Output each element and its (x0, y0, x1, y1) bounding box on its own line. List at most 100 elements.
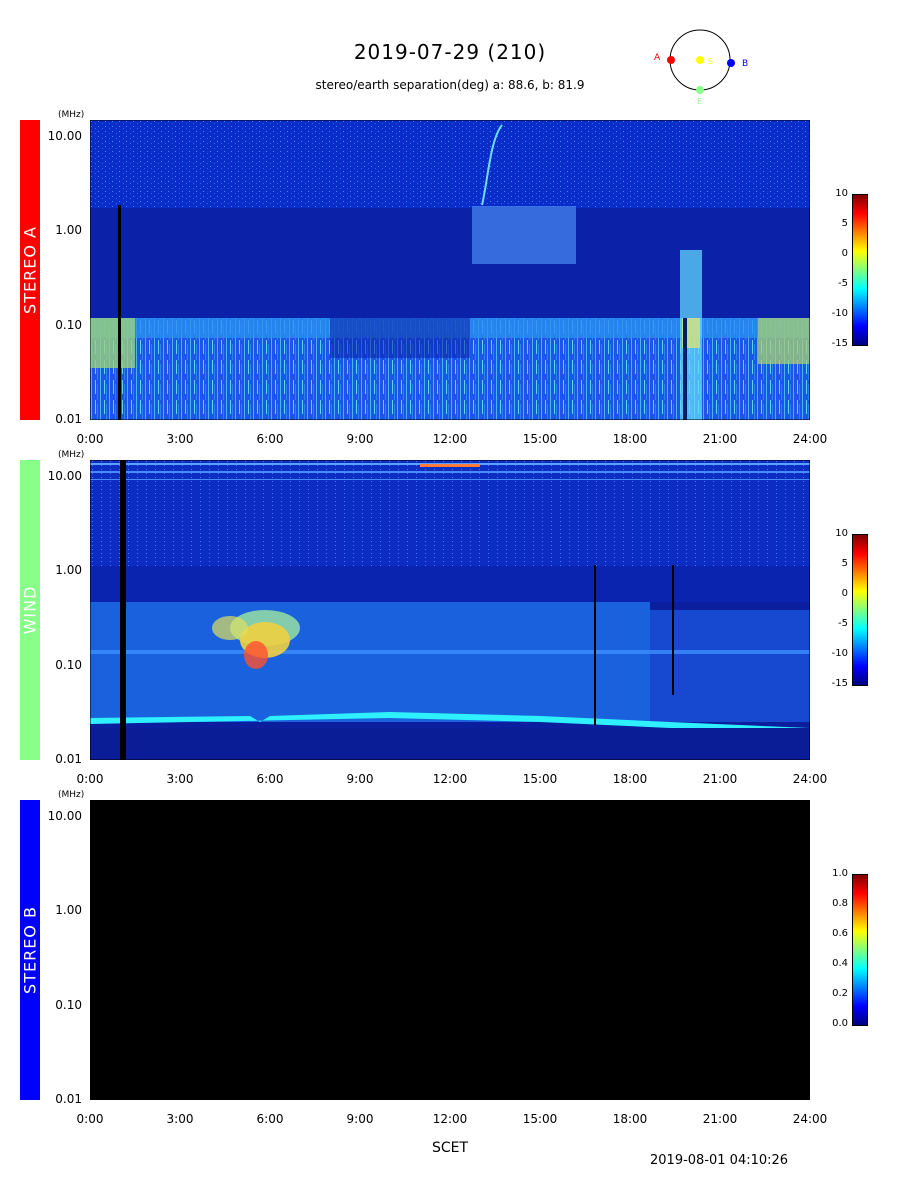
x-tick-label: 0:00 (76, 1112, 104, 1126)
x-tick-label: 15:00 (522, 1112, 558, 1126)
sun-marker (696, 56, 704, 64)
y-tick-label: 0.01 (55, 412, 82, 426)
stereo-b-spectrogram (90, 800, 810, 1100)
page-title: 2019-07-29 (210) (353, 40, 547, 64)
colorbar-tick-label: 0 (841, 248, 848, 259)
y-tick-label: 1.00 (55, 563, 82, 578)
line-hot (420, 464, 480, 467)
x-tick-label: 21:00 (702, 432, 738, 446)
y-unit-label: (MHz) (58, 450, 85, 460)
colorbar-tick-label: 0.4 (832, 958, 848, 969)
plasma-continuum (90, 602, 650, 722)
stereo-a-side-label: STEREO A (20, 120, 40, 420)
colorbar-tick-label: 0.0 (832, 1018, 848, 1029)
data-gap-2 (594, 565, 596, 725)
background (90, 800, 810, 1100)
x-tick-label: 0:00 (76, 772, 104, 786)
x-tick-label: 6:00 (256, 1112, 284, 1126)
x-tick-label: 21:00 (702, 772, 738, 786)
generation-timestamp: 2019-08-01 04:10:26 (650, 1153, 789, 1168)
x-tick-label: 6:00 (256, 772, 284, 786)
high-freq-band (90, 460, 810, 566)
stereo-b-side-label: STEREO B (20, 800, 40, 1100)
burst-late (758, 318, 810, 364)
y-tick-label: 10.00 (47, 808, 82, 823)
stereo-a-marker (667, 56, 675, 64)
wind-side-label: WIND (20, 460, 40, 760)
stereo-a-marker-label: A (654, 53, 661, 63)
colorbar-tick-label: -15 (831, 338, 848, 349)
burst-d (212, 616, 248, 640)
y-tick-label: 1.00 (55, 903, 82, 918)
colorbar-tick-label: -15 (831, 678, 848, 689)
colorbar (852, 194, 868, 346)
stereo-b-label-text: STEREO B (20, 906, 40, 994)
colorbar-tick-label: -5 (838, 278, 848, 289)
colorbar-tick-label: -5 (838, 618, 848, 629)
x-tick-label: 15:00 (522, 432, 558, 446)
x-tick-label: 3:00 (166, 1112, 194, 1126)
x-tick-label: 12:00 (432, 432, 468, 446)
x-tick-label: 3:00 (166, 772, 194, 786)
colorbar-tick-label: 1.0 (832, 868, 848, 879)
earth-marker-label: E (697, 97, 702, 106)
data-gap-evening (683, 318, 687, 420)
line-3 (90, 479, 810, 480)
x-tick-label: 15:00 (522, 772, 558, 786)
x-tick-label: 24:00 (792, 432, 828, 446)
colorbar (852, 534, 868, 686)
earth-marker (696, 86, 704, 94)
x-tick-label: 9:00 (346, 432, 374, 446)
y-unit-label: (MHz) (58, 790, 85, 800)
y-tick-label: 0.01 (55, 1092, 82, 1106)
x-tick-label: 18:00 (612, 1112, 648, 1126)
colorbar-tick-label: 0.2 (832, 988, 848, 999)
colorbar (852, 874, 868, 1026)
orbit-diagram: A S B E (654, 29, 748, 106)
rectangle-emission (472, 206, 576, 264)
high-freq-band (90, 120, 810, 208)
y-tick-label: 0.10 (55, 657, 82, 672)
separation-subtitle: stereo/earth separation(deg) a: 88.6, b:… (315, 78, 585, 92)
data-gap (118, 205, 121, 420)
y-tick-label: 0.01 (55, 752, 82, 766)
x-tick-label: 18:00 (612, 432, 648, 446)
quiet-gap (330, 318, 470, 358)
emission-line (90, 650, 810, 654)
colorbar-tick-label: 5 (841, 218, 848, 229)
colorbar-tick-label: 0.8 (832, 898, 848, 909)
burst-early (90, 318, 135, 368)
lower-band (90, 728, 810, 760)
wind-spectrogram (90, 460, 810, 760)
colorbar-tick-label: -10 (831, 308, 848, 319)
y-unit-label: (MHz) (58, 110, 85, 120)
x-tick-label: 21:00 (702, 1112, 738, 1126)
x-tick-label: 12:00 (432, 772, 468, 786)
x-tick-label: 24:00 (792, 772, 828, 786)
colorbar-tick-label: 0.6 (832, 928, 848, 939)
stereo-a-label-text: STEREO A (20, 226, 40, 314)
y-tick-label: 0.10 (55, 997, 82, 1012)
x-tick-label: 0:00 (76, 432, 104, 446)
y-tick-label: 10.00 (47, 128, 82, 143)
x-tick-label: 6:00 (256, 432, 284, 446)
colorbar-tick-label: -10 (831, 648, 848, 659)
x-tick-label: 9:00 (346, 1112, 374, 1126)
sun-marker-label: S (708, 57, 713, 66)
mid-band (90, 566, 810, 602)
colorbar-tick-label: 10 (835, 528, 848, 539)
x-tick-label: 18:00 (612, 772, 648, 786)
colorbar-tick-label: 0 (841, 588, 848, 599)
y-tick-label: 10.00 (47, 468, 82, 483)
x-tick-label: 24:00 (792, 1112, 828, 1126)
stereo-a-spectrogram (90, 120, 810, 420)
stereo-b-marker-label: B (742, 59, 748, 69)
colorbar-tick-label: 10 (835, 188, 848, 199)
x-tick-label: 9:00 (346, 772, 374, 786)
line-2 (90, 471, 810, 473)
y-tick-label: 0.10 (55, 317, 82, 332)
y-tick-label: 1.00 (55, 223, 82, 238)
stereo-b-marker (727, 59, 735, 67)
wind-label-text: WIND (20, 585, 40, 635)
x-tick-label: 12:00 (432, 1112, 468, 1126)
